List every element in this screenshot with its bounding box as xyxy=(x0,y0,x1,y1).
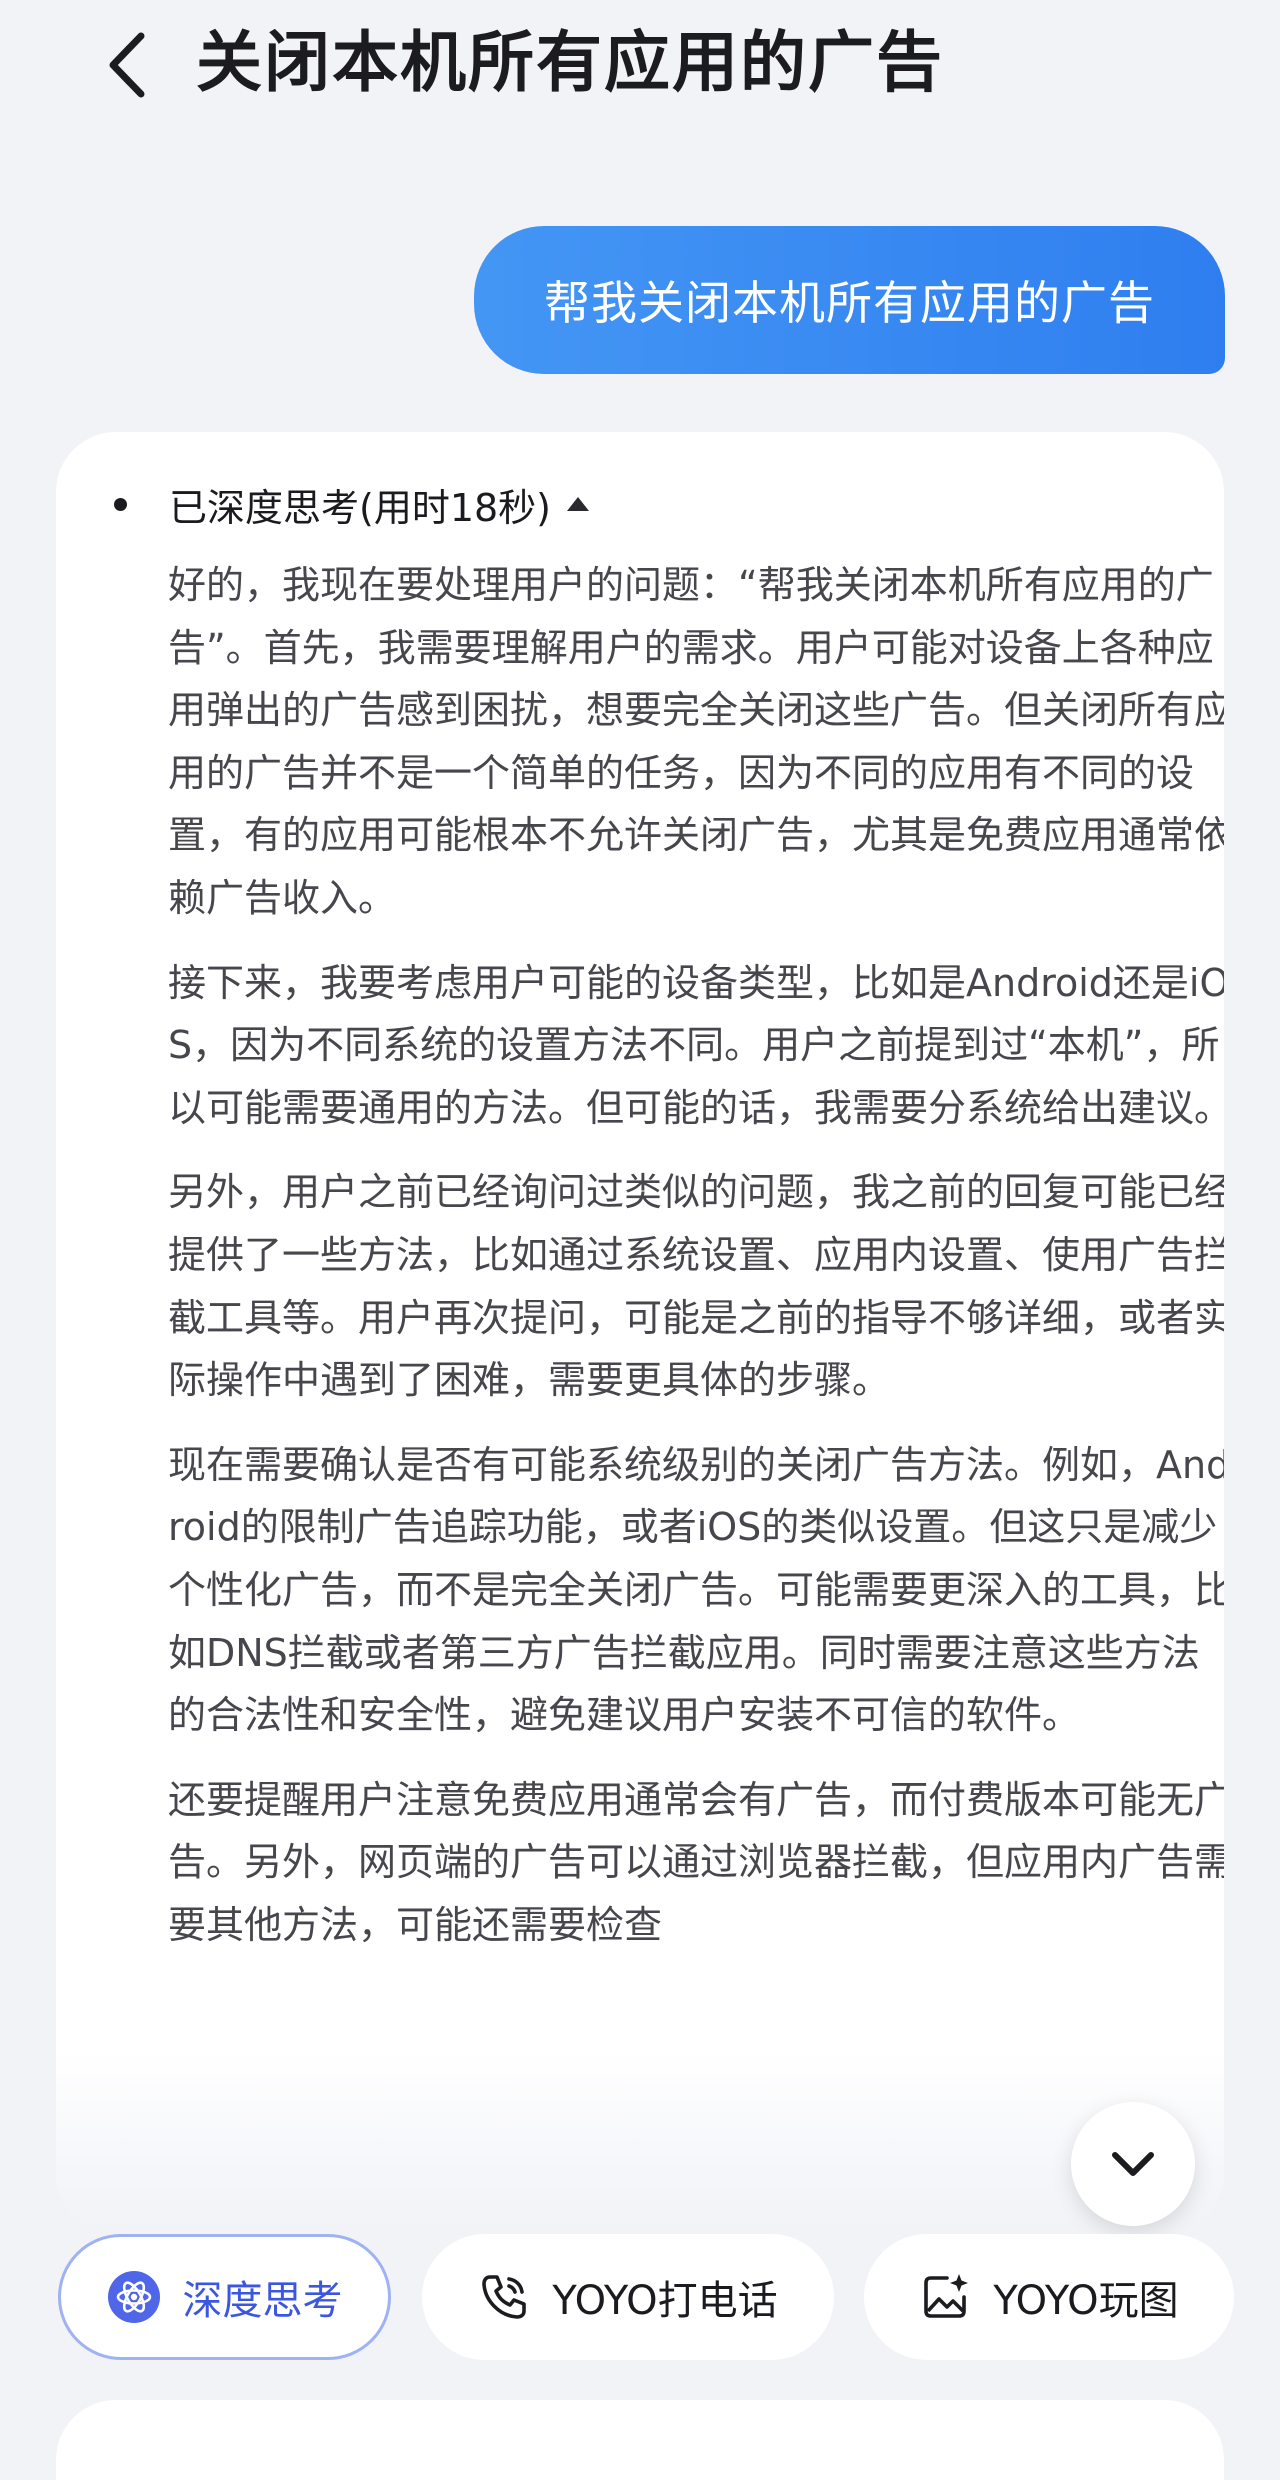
chevron-left-icon xyxy=(109,32,145,98)
user-message-text: 帮我关闭本机所有应用的广告 xyxy=(544,276,1155,330)
thinking-paragraph: 接下来，我要考虑用户可能的设备类型，比如是Android还是iOS，因为不同系统… xyxy=(168,960,1224,1130)
thinking-paragraph: 好的，我现在要处理用户的问题：“帮我关闭本机所有应用的广告”。首先，我需要理解用… xyxy=(168,563,1224,920)
thinking-paragraph: 还要提醒用户注意免费应用通常会有广告，而付费版本可能无广告。另外，网页端的广告可… xyxy=(168,1777,1224,1947)
input-panel-edge xyxy=(56,2400,1224,2480)
caret-up-icon xyxy=(567,497,590,511)
user-message-bubble: 帮我关闭本机所有应用的广告 xyxy=(474,226,1225,374)
assistant-response-card: 已深度思考(用时18秒) 好的，我现在要处理用户的问题：“帮我关闭本机所有应用的… xyxy=(56,432,1224,2232)
back-button[interactable] xyxy=(92,20,162,110)
top-bar: 关闭本机所有应用的广告 xyxy=(0,0,1280,130)
scroll-down-button[interactable] xyxy=(1071,2102,1195,2226)
deep-think-label: 深度思考 xyxy=(182,2278,343,2324)
yoyo-image-label: YOYO玩图 xyxy=(993,2278,1179,2324)
deep-think-chip[interactable]: 深度思考 xyxy=(58,2234,391,2360)
thinking-toggle[interactable]: 已深度思考(用时18秒) xyxy=(114,474,590,534)
thinking-paragraph: 现在需要确认是否有可能系统级别的关闭广告方法。例如，Android的限制广告追踪… xyxy=(168,1442,1224,1738)
chevron-down-icon xyxy=(1112,2152,1154,2176)
yoyo-image-chip[interactable]: YOYO玩图 xyxy=(864,2234,1234,2360)
thinking-paragraph: 另外，用户之前已经询问过类似的问题，我之前的回复可能已经提供了一些方法，比如通过… xyxy=(168,1170,1224,1403)
phone-call-icon xyxy=(478,2271,530,2323)
thinking-content: 好的，我现在要处理用户的问题：“帮我关闭本机所有应用的广告”。首先，我需要理解用… xyxy=(168,554,1224,1978)
atom-icon xyxy=(107,2270,161,2324)
page-title: 关闭本机所有应用的广告 xyxy=(196,24,944,101)
thinking-label: 已深度思考(用时18秒) xyxy=(169,485,552,530)
yoyo-call-chip[interactable]: YOYO打电话 xyxy=(422,2234,834,2360)
bullet-dot xyxy=(114,497,127,511)
image-sparkle-icon xyxy=(919,2271,971,2323)
content-fade-overlay xyxy=(56,2052,1224,2232)
yoyo-call-label: YOYO打电话 xyxy=(552,2278,778,2324)
